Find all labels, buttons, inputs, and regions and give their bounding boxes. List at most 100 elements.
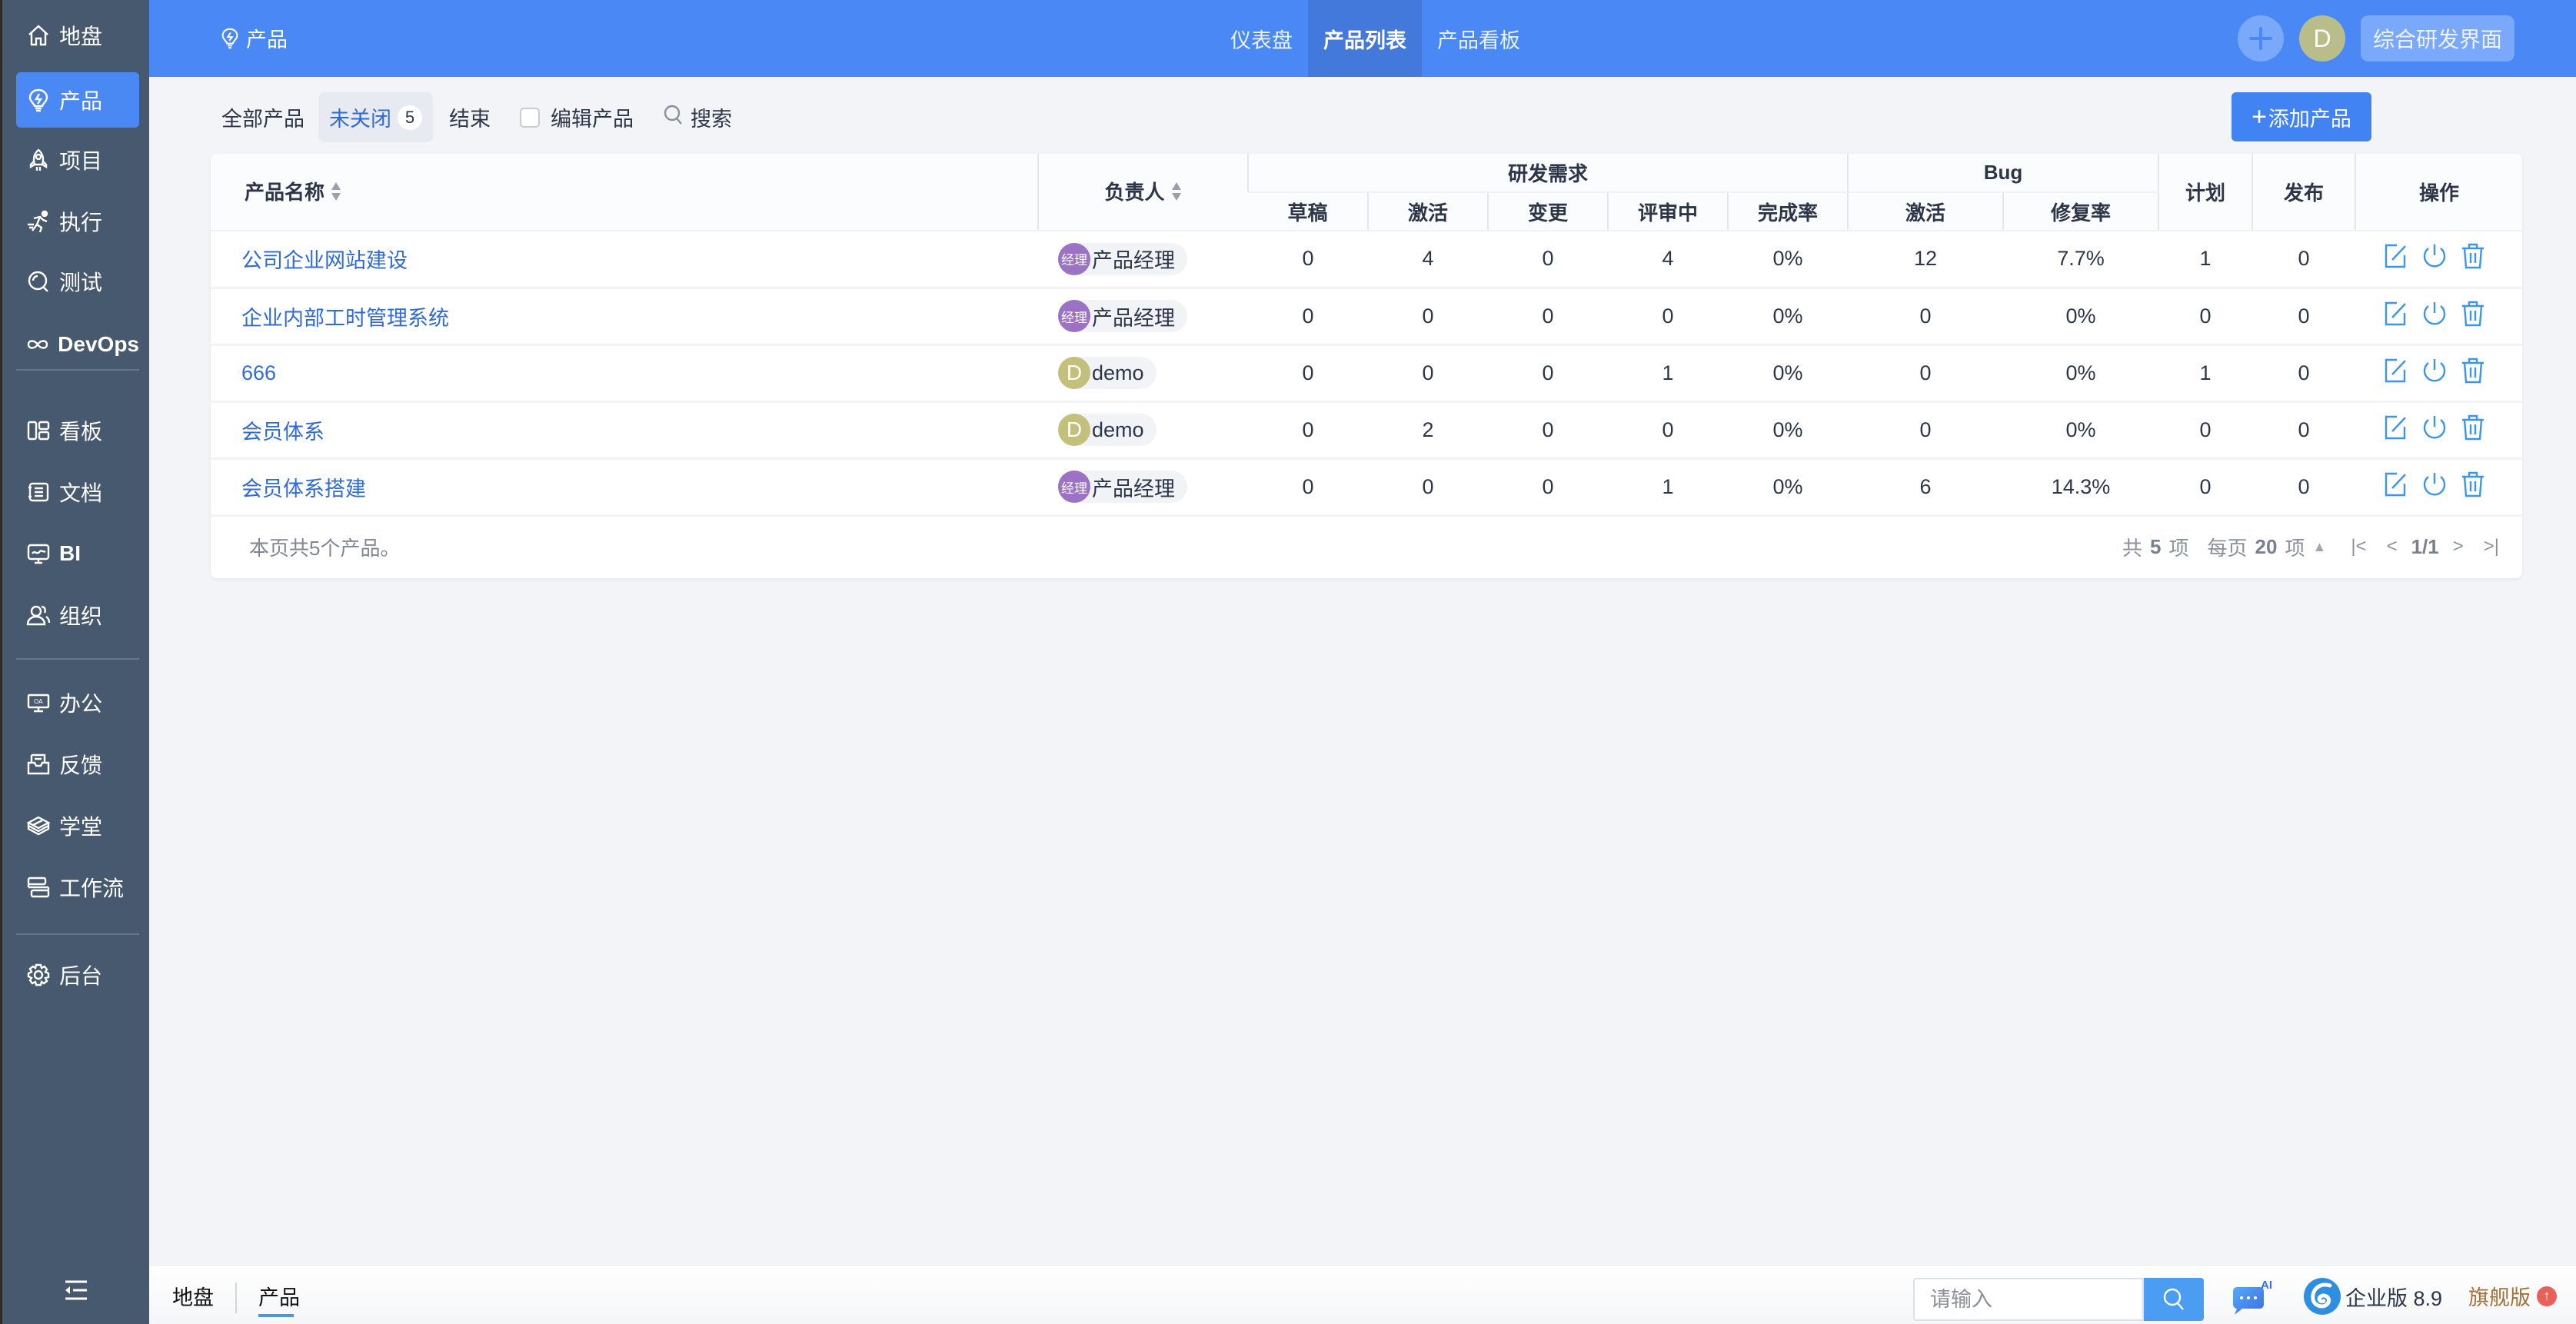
workflow-icon — [25, 874, 52, 900]
sidebar-item-docs[interactable]: 文档 — [16, 464, 139, 520]
close-power-icon[interactable] — [2420, 356, 2449, 391]
collapse-menu-button[interactable] — [64, 1279, 88, 1301]
upgrade-edition-link[interactable]: 旗舰版 ↑ — [2468, 1281, 2557, 1311]
version-info[interactable]: 企业版 8.9 — [2302, 1276, 2442, 1316]
delete-trash-icon[interactable] — [2458, 299, 2488, 334]
sidebar-item-devops[interactable]: DevOps — [16, 317, 139, 372]
story-done-rate-cell: 0% — [1728, 458, 1848, 517]
close-power-icon[interactable] — [2420, 241, 2449, 276]
col-header-release: 发布 — [2252, 154, 2356, 231]
add-product-button[interactable]: + 添加产品 — [2232, 92, 2371, 141]
crumb-product[interactable]: 产品 — [258, 1281, 300, 1311]
sidebar-item-label: DevOps — [58, 332, 139, 356]
owner-cell: 经理 产品经理 — [1038, 458, 1248, 517]
close-power-icon[interactable] — [2420, 470, 2449, 504]
edit-icon[interactable] — [2381, 413, 2411, 447]
search-icon — [2163, 1288, 2184, 1310]
product-table: 产品名称 负责人 研发需求 Bug 计划 发布 操作 草稿 激活 变更 评审中 … — [211, 154, 2522, 517]
delete-trash-icon[interactable] — [2458, 470, 2488, 504]
ui-mode-button[interactable]: 综合研发界面 — [2361, 15, 2514, 62]
prev-page-button[interactable]: < — [2381, 536, 2404, 557]
tab-product-kanban[interactable]: 产品看板 — [1422, 0, 1536, 77]
sidebar-item-org[interactable]: 组织 — [16, 587, 139, 643]
release-cell: 0 — [2252, 288, 2356, 346]
filter-all-products[interactable]: 全部产品 — [221, 92, 305, 142]
bug-active-cell: 0 — [1848, 344, 2003, 403]
bug-fix-rate-cell: 0% — [2003, 288, 2159, 346]
product-name-link[interactable]: 会员体系搭建 — [211, 458, 1038, 517]
product-name-link[interactable]: 666 — [211, 344, 1038, 403]
edit-icon[interactable] — [2381, 356, 2411, 391]
actions-cell — [2355, 344, 2522, 403]
sidebar-item-execution[interactable]: 执行 — [16, 194, 139, 249]
owner-avatar: D — [1058, 357, 1090, 389]
per-page-value[interactable]: 20 — [2255, 535, 2278, 559]
svg-text:OA: OA — [34, 698, 43, 705]
col-header-name[interactable]: 产品名称 — [211, 154, 1038, 231]
owner-chip[interactable]: 经理 产品经理 — [1058, 471, 1187, 503]
sidebar-item-label: BI — [59, 541, 81, 565]
sidebar-item-dashboard[interactable]: 地盘 — [16, 8, 139, 63]
sidebar-item-bi[interactable]: BI — [16, 526, 139, 581]
sidebar-item-workflow[interactable]: 工作流 — [16, 860, 139, 915]
page-summary: 本页共5个产品。 — [249, 536, 401, 560]
sidebar-item-kanban[interactable]: 看板 — [16, 403, 139, 458]
edit-icon[interactable] — [2381, 470, 2411, 504]
col-header-actions: 操作 — [2355, 154, 2522, 231]
owner-cell: 经理 产品经理 — [1038, 231, 1248, 289]
quick-create-button[interactable] — [2238, 15, 2284, 62]
delete-trash-icon[interactable] — [2458, 241, 2488, 276]
crumb-dashboard[interactable]: 地盘 — [172, 1281, 214, 1311]
story-active-cell: 2 — [1368, 401, 1488, 460]
release-cell: 0 — [2252, 401, 2356, 460]
global-search-input[interactable] — [1913, 1278, 2144, 1321]
filter-unclosed[interactable]: 未关闭 5 — [318, 92, 433, 142]
owner-chip[interactable]: 经理 产品经理 — [1058, 300, 1187, 332]
col-header-bug-fix-rate: 修复率 — [2002, 192, 2159, 231]
search-toggle[interactable]: 搜索 — [663, 92, 732, 142]
sidebar-item-admin[interactable]: 后台 — [16, 947, 139, 1003]
delete-trash-icon[interactable] — [2458, 356, 2488, 391]
close-power-icon[interactable] — [2420, 299, 2449, 334]
next-page-button[interactable]: > — [2447, 536, 2470, 557]
tab-dashboard[interactable]: 仪表盘 — [1215, 0, 1308, 77]
sidebar-item-label: 组织 — [59, 604, 103, 628]
owner-chip[interactable]: Ddemo — [1058, 357, 1157, 389]
first-page-button[interactable]: |< — [2345, 536, 2372, 557]
owner-chip[interactable]: 经理 产品经理 — [1058, 242, 1187, 275]
edit-icon[interactable] — [2381, 241, 2411, 276]
sort-icon — [331, 181, 341, 207]
product-name-link[interactable]: 企业内部工时管理系统 — [211, 288, 1038, 346]
filter-closed[interactable]: 结束 — [449, 92, 491, 142]
owner-name: 产品经理 — [1092, 249, 1175, 273]
edit-icon[interactable] — [2381, 299, 2411, 334]
edit-products-checkbox[interactable] — [520, 107, 540, 128]
product-name-link[interactable]: 公司企业网站建设 — [211, 231, 1038, 289]
col-header-owner[interactable]: 负责人 — [1037, 154, 1248, 231]
sidebar-item-label: 地盘 — [59, 25, 103, 48]
per-page-caret-icon[interactable]: ▲ — [2312, 539, 2326, 555]
delete-trash-icon[interactable] — [2458, 413, 2488, 447]
bug-active-cell: 6 — [1848, 458, 2003, 517]
edit-products-toggle[interactable]: 编辑产品 — [520, 92, 634, 142]
owner-chip[interactable]: Ddemo — [1058, 414, 1157, 446]
sidebar-item-project[interactable]: 项目 — [16, 132, 139, 188]
product-name-link[interactable]: 会员体系 — [211, 401, 1038, 460]
last-page-button[interactable]: >| — [2478, 536, 2505, 557]
sidebar-item-oa[interactable]: OA 办公 — [16, 675, 139, 730]
feedback-inbox-icon — [25, 751, 52, 777]
close-power-icon[interactable] — [2420, 413, 2449, 447]
per-page-suffix: 项 — [2285, 536, 2305, 560]
tab-product-list[interactable]: 产品列表 — [1308, 0, 1422, 77]
sidebar-item-academy[interactable]: 学堂 — [16, 798, 139, 853]
sidebar-item-product[interactable]: 产品 — [16, 72, 139, 128]
product-toolbar: 全部产品 未关闭 5 结束 编辑产品 搜索 导出 — [149, 77, 2576, 157]
sidebar-item-feedback[interactable]: 反馈 — [16, 737, 139, 792]
top-header: 产品 仪表盘 产品列表 产品看板 D 综合研发界面 — [149, 0, 2576, 77]
ai-chat-button[interactable]: AI — [2232, 1278, 2278, 1318]
table-footer: 本页共5个产品。 共 5 项 每页 20 项 ▲ |< < 1/1 > >| — [211, 515, 2522, 578]
cube-stack-icon — [25, 813, 52, 839]
global-search-button[interactable] — [2144, 1278, 2204, 1321]
sidebar-item-test[interactable]: 测试 — [16, 254, 139, 309]
user-avatar[interactable]: D — [2299, 15, 2345, 62]
